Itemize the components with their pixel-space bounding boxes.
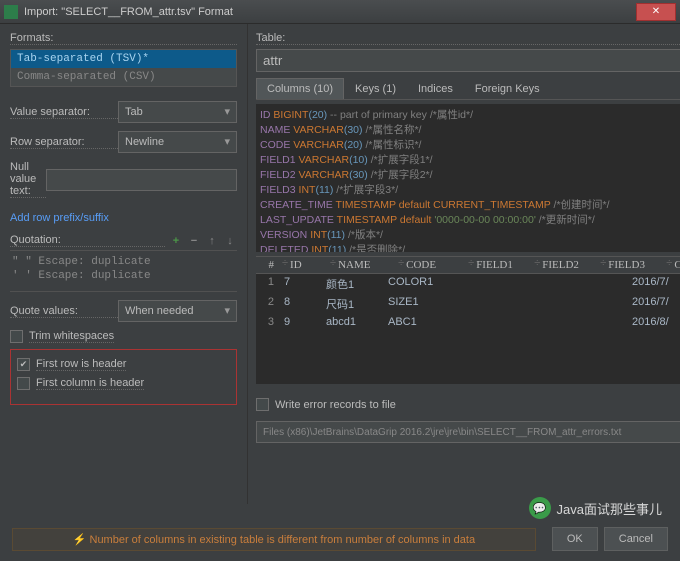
table-name-input[interactable] <box>256 49 680 72</box>
quotation-item[interactable]: ' ' Escape: duplicate <box>10 269 237 283</box>
add-prefix-suffix-link[interactable]: Add row prefix/suffix <box>10 212 109 224</box>
tab-keys[interactable]: Keys (1) <box>344 78 407 99</box>
watermark: 💬 Java面试那些事儿 <box>529 497 662 519</box>
tab-columns[interactable]: Columns (10) <box>256 78 344 99</box>
down-icon[interactable]: ↓ <box>223 235 237 247</box>
checkbox-icon <box>10 330 23 343</box>
schema-editor[interactable]: + − ▲ ▼ 🗑 ID BIGINT(20) -- part of prima… <box>256 104 680 252</box>
add-icon[interactable]: + <box>169 235 183 247</box>
ok-button[interactable]: OK <box>552 527 598 551</box>
null-value-input[interactable] <box>46 169 237 191</box>
format-item-csv[interactable]: Comma-separated (CSV) <box>11 68 236 86</box>
schema-row[interactable]: FIELD3 INT(11) /*扩展字段3*/ <box>260 183 680 198</box>
error-path-input[interactable] <box>256 421 680 443</box>
left-panel: Formats: Tab-separated (TSV)* Comma-sepa… <box>0 24 248 504</box>
write-errors-checkbox[interactable]: Write error records to file <box>256 398 396 411</box>
quotation-label: Quotation: <box>10 234 165 247</box>
table-label: Table: <box>256 32 680 45</box>
tab-foreign-keys[interactable]: Foreign Keys <box>464 78 551 99</box>
table-row[interactable]: 2 8 尺码1 SIZE1 2016/7/ <box>256 294 680 314</box>
tab-indices[interactable]: Indices <box>407 78 464 99</box>
right-panel: Table: Columns (10) Keys (1) Indices For… <box>248 24 680 504</box>
quotation-item[interactable]: " " Escape: duplicate <box>10 255 237 269</box>
first-col-header-checkbox[interactable]: First column is header <box>17 377 230 390</box>
format-item-tsv[interactable]: Tab-separated (TSV)* <box>11 50 236 68</box>
window-title: Import: "SELECT__FROM_attr.tsv" Format <box>24 6 636 18</box>
row-separator-combo[interactable]: Newline <box>118 131 237 153</box>
formats-label: Formats: <box>10 32 237 45</box>
null-value-label: Null value text: <box>10 161 46 198</box>
close-icon[interactable]: ✕ <box>636 3 676 21</box>
checkbox-icon <box>17 377 30 390</box>
schema-row[interactable]: FIELD1 VARCHAR(10) /*扩展字段1*/ <box>260 153 680 168</box>
header-options-group: First row is header First column is head… <box>10 349 237 405</box>
table-row[interactable]: 3 9 abcd1 ABC1 2016/8/ <box>256 314 680 330</box>
warning-banner: Number of columns in existing table is d… <box>12 528 536 551</box>
schema-tabs: Columns (10) Keys (1) Indices Foreign Ke… <box>256 78 680 100</box>
footer: Number of columns in existing table is d… <box>0 527 680 551</box>
grid-header: #÷ ID÷ NAME÷ CODE÷ FIELD1÷ FIELD2÷ FIELD… <box>256 256 680 274</box>
schema-row[interactable]: LAST_UPDATE TIMESTAMP default '0000-00-0… <box>260 213 680 228</box>
data-preview-grid: #÷ ID÷ NAME÷ CODE÷ FIELD1÷ FIELD2÷ FIELD… <box>256 256 680 384</box>
up-icon[interactable]: ↑ <box>205 235 219 247</box>
checkbox-icon <box>256 398 269 411</box>
first-row-header-checkbox[interactable]: First row is header <box>17 358 230 371</box>
schema-row[interactable]: CREATE_TIME TIMESTAMP default CURRENT_TI… <box>260 198 680 213</box>
quote-values-combo[interactable]: When needed <box>118 300 237 322</box>
schema-row[interactable]: VERSION INT(11) /*版本*/ <box>260 228 680 243</box>
checkbox-icon <box>17 358 30 371</box>
formats-list[interactable]: Tab-separated (TSV)* Comma-separated (CS… <box>10 49 237 87</box>
schema-row[interactable]: CODE VARCHAR(20) /*属性标识*/ <box>260 138 680 153</box>
schema-row[interactable]: DELETED INT(11) /*是否删除*/ <box>260 243 680 252</box>
table-row[interactable]: 1 7 颜色1 COLOR1 2016/7/ <box>256 274 680 294</box>
app-icon <box>4 5 18 19</box>
titlebar: Import: "SELECT__FROM_attr.tsv" Format ✕ <box>0 0 680 24</box>
schema-row[interactable]: NAME VARCHAR(30) /*属性名称*/ <box>260 123 680 138</box>
schema-row[interactable]: FIELD2 VARCHAR(30) /*扩展字段2*/ <box>260 168 680 183</box>
trim-whitespace-checkbox[interactable]: Trim whitespaces <box>10 330 237 343</box>
remove-icon[interactable]: − <box>187 235 201 247</box>
value-separator-combo[interactable]: Tab <box>118 101 237 123</box>
cancel-button[interactable]: Cancel <box>604 527 668 551</box>
row-separator-label: Row separator: <box>10 136 118 149</box>
value-separator-label: Value separator: <box>10 106 118 119</box>
quote-values-label: Quote values: <box>10 305 118 318</box>
schema-row[interactable]: ID BIGINT(20) -- part of primary key /*属… <box>260 108 680 123</box>
wechat-icon: 💬 <box>529 497 551 519</box>
